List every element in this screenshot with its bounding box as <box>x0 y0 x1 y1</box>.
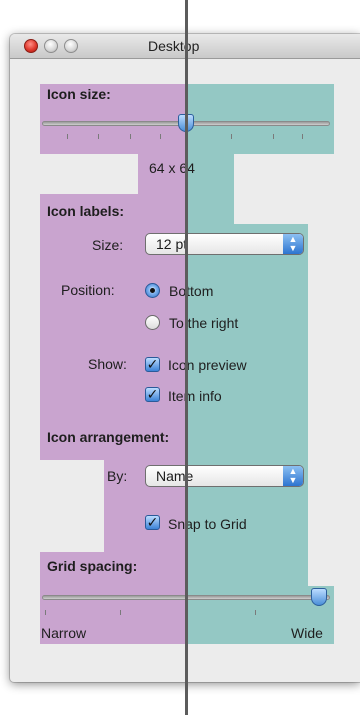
zoom-icon[interactable] <box>64 39 78 53</box>
slider-tick <box>231 134 232 139</box>
icon-size-heading: Icon size: <box>47 86 111 102</box>
slider-tick <box>255 610 256 615</box>
label-size-value: 12 pt <box>156 236 188 252</box>
grid-spacing-heading: Grid spacing: <box>47 558 138 574</box>
position-bottom-radio[interactable] <box>145 283 160 298</box>
popup-arrows-icon: ▲ ▼ <box>283 466 303 486</box>
grid-spacing-slider-knob[interactable] <box>311 588 327 606</box>
arrange-by-popup[interactable]: Name ▲ ▼ <box>145 465 304 487</box>
popup-arrows-icon: ▲ ▼ <box>283 234 303 254</box>
item-info-label[interactable]: Item info <box>168 388 222 404</box>
icon-labels-heading: Icon labels: <box>47 203 125 219</box>
slider-tick <box>130 134 131 139</box>
position-label: Position: <box>61 282 115 298</box>
slider-tick <box>302 134 303 139</box>
size-label: Size: <box>92 237 124 253</box>
grid-spacing-max-label: Wide <box>291 625 323 641</box>
slider-tick <box>273 134 274 139</box>
slider-tick <box>67 134 68 139</box>
icon-preview-checkbox[interactable]: ✓ <box>145 357 160 372</box>
label-size-popup[interactable]: 12 pt ▲ ▼ <box>145 233 304 255</box>
icon-preview-label[interactable]: Icon preview <box>168 357 247 373</box>
snap-to-grid-checkbox[interactable]: ✓ <box>145 515 160 530</box>
item-info-checkbox[interactable]: ✓ <box>145 387 160 402</box>
slider-tick <box>45 610 46 615</box>
show-label: Show: <box>88 356 127 372</box>
highlight-right-labels <box>188 224 308 452</box>
slider-tick <box>160 134 161 139</box>
highlight-left-labels <box>40 194 186 422</box>
icon-arrangement-heading: Icon arrangement: <box>47 429 170 445</box>
grid-spacing-min-label: Narrow <box>41 625 87 641</box>
position-bottom-label[interactable]: Bottom <box>169 283 213 299</box>
close-icon[interactable] <box>24 39 38 53</box>
position-right-label[interactable]: To the right <box>169 315 238 331</box>
slider-tick <box>98 134 99 139</box>
snap-to-grid-label[interactable]: Snap to Grid <box>168 516 247 532</box>
center-divider-line <box>185 0 188 715</box>
minimize-icon[interactable] <box>44 39 58 53</box>
highlight-right-icon-size <box>188 84 334 154</box>
arrange-by-label: By: <box>107 468 128 484</box>
slider-tick <box>120 610 121 615</box>
window-title: Desktop <box>148 38 200 54</box>
position-right-radio[interactable] <box>145 315 160 330</box>
icon-size-value: 64 x 64 <box>149 160 195 176</box>
